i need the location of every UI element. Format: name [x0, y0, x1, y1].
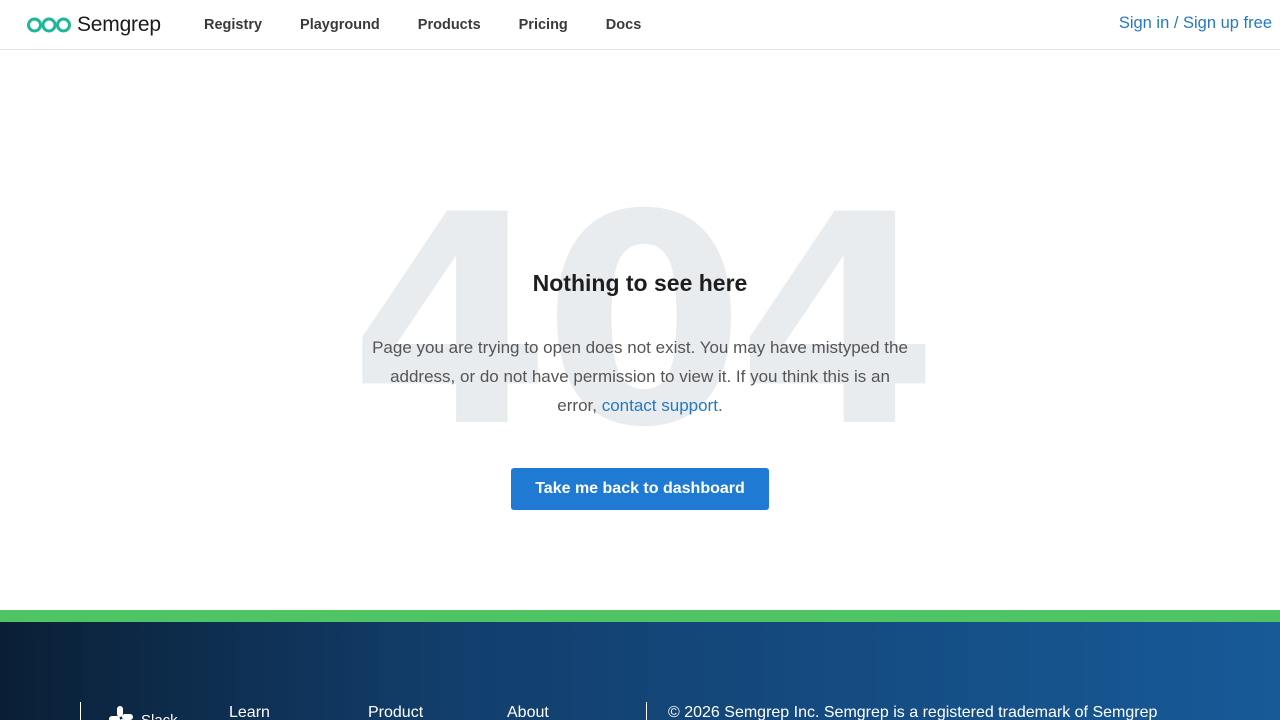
footer-learn[interactable]: Learn — [229, 704, 270, 720]
footer-divider — [80, 702, 81, 720]
nav-playground[interactable]: Playground — [300, 17, 380, 33]
nav-registry[interactable]: Registry — [204, 17, 262, 33]
footer-product[interactable]: Product — [368, 704, 423, 720]
footer-accent-bar — [0, 610, 1280, 622]
message-end: . — [717, 396, 723, 415]
contact-support-link[interactable]: contact support — [602, 396, 718, 415]
footer-divider — [646, 702, 647, 720]
slack-link[interactable]: Slack — [107, 704, 178, 720]
logo-text: Semgrep — [77, 13, 161, 36]
background-404: 404 — [349, 154, 938, 491]
error-message: Page you are trying to open does not exi… — [370, 333, 910, 420]
slack-icon — [107, 704, 141, 720]
nav-pricing[interactable]: Pricing — [519, 17, 568, 33]
semgrep-logo-icon — [27, 16, 71, 34]
semgrep-logo[interactable]: Semgrep — [27, 13, 161, 37]
main-nav: Registry Playground Products Pricing Doc… — [204, 0, 679, 50]
copyright-text: © 2026 Semgrep Inc. Semgrep is a registe… — [668, 704, 1158, 720]
page-title: Nothing to see here — [532, 270, 748, 296]
nav-docs[interactable]: Docs — [606, 17, 641, 33]
top-header: Semgrep Registry Playground Products Pri… — [0, 0, 1280, 50]
footer-about[interactable]: About — [507, 704, 549, 720]
slack-label: Slack — [141, 711, 178, 720]
nav-products[interactable]: Products — [418, 17, 481, 33]
footer: Slack Learn Product About © 2026 Semgrep… — [0, 622, 1280, 720]
back-to-dashboard-button[interactable]: Take me back to dashboard — [511, 468, 769, 510]
signin-link[interactable]: Sign in / Sign up free — [1119, 14, 1272, 33]
